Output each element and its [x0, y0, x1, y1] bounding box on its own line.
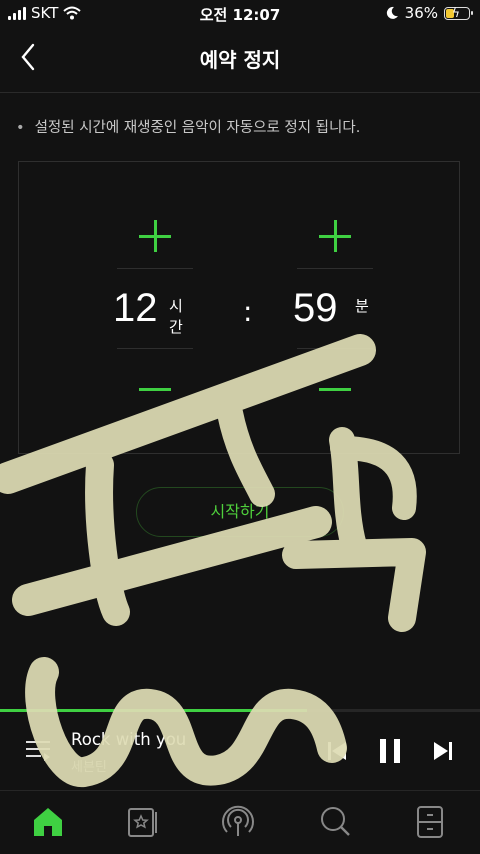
page-title: 예약 정지	[199, 48, 281, 72]
minutes-unit: 분	[355, 297, 369, 315]
notice: • 설정된 시간에 재생중인 음악이 자동으로 정지 됩니다.	[16, 116, 360, 137]
start-button[interactable]: 시작하기	[136, 487, 344, 537]
minutes-value: 59	[293, 286, 338, 330]
charging-bolt-icon: ϟ	[452, 5, 460, 20]
time-separator: :	[243, 295, 253, 328]
status-bar: SKT 오전 12:07 36% ϟ	[0, 0, 480, 28]
mini-player: Rock with you 세븐틴	[0, 712, 480, 791]
next-icon[interactable]	[428, 736, 458, 766]
minutes-decrease-button[interactable]	[297, 367, 373, 411]
minutes-divider-top	[297, 268, 373, 269]
notice-text: 설정된 시간에 재생중인 음악이 자동으로 정지 됩니다.	[34, 120, 361, 136]
battery-percent: 36%	[404, 4, 438, 22]
storage-icon[interactable]	[412, 804, 448, 840]
hours-divider-bottom	[117, 348, 193, 349]
hours-increase-button[interactable]	[117, 214, 193, 258]
playlist-icon[interactable]	[24, 738, 52, 764]
home-icon[interactable]	[30, 804, 66, 840]
pause-icon[interactable]	[375, 736, 405, 766]
bottom-nav	[0, 792, 480, 854]
timer-box: 12 시간 : 59 분	[18, 161, 460, 454]
hours-divider-top	[117, 268, 193, 269]
hours-value: 12	[113, 286, 158, 330]
moon-icon	[386, 6, 398, 19]
previous-icon[interactable]	[322, 736, 352, 766]
minutes-increase-button[interactable]	[297, 214, 373, 258]
minutes-divider-bottom	[297, 348, 373, 349]
notice-bullet: •	[16, 120, 25, 136]
battery-nub	[471, 10, 473, 15]
library-icon[interactable]	[125, 804, 161, 840]
hours-unit: 시간	[169, 297, 183, 336]
status-right: 36% ϟ	[385, 4, 473, 22]
podcast-icon[interactable]	[220, 804, 256, 840]
hours-decrease-button[interactable]	[117, 367, 193, 411]
track-artist: 세븐틴	[71, 760, 107, 775]
header: 예약 정지	[0, 28, 480, 86]
track-title[interactable]: Rock with you	[71, 730, 186, 749]
search-icon[interactable]	[317, 804, 353, 840]
battery-icon: ϟ	[444, 5, 473, 20]
header-divider	[0, 92, 480, 93]
